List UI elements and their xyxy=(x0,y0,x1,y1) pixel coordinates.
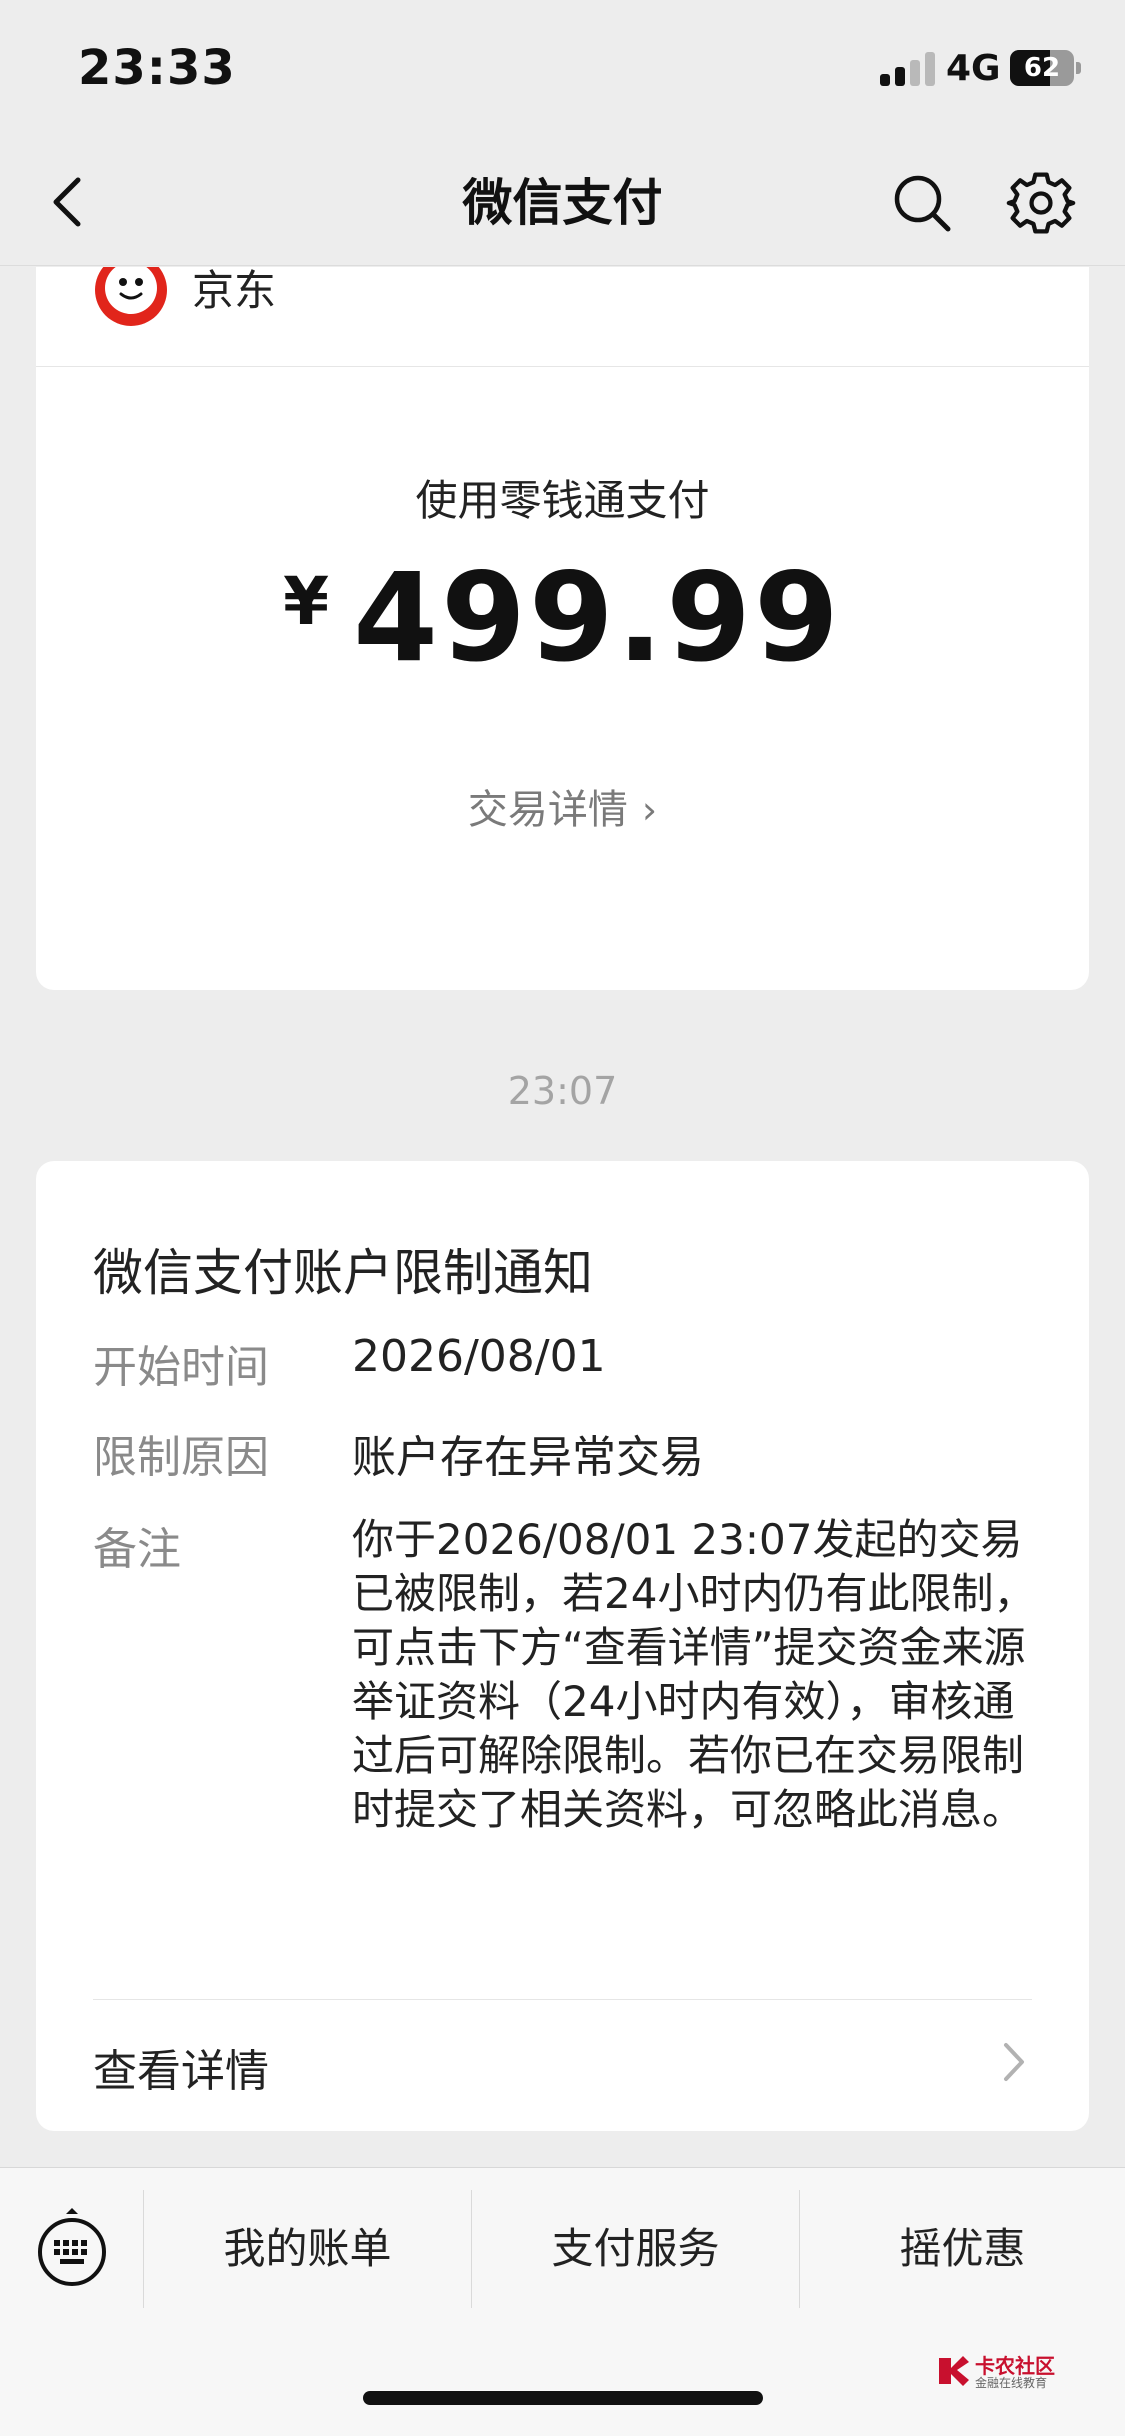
menu-item-my-bills[interactable]: 我的账单 xyxy=(144,2190,471,2308)
payment-method: 使用零钱通支付 xyxy=(415,476,710,525)
view-details-button[interactable]: 查看详情 xyxy=(93,2035,269,2099)
remark-label: 备注 xyxy=(93,1524,181,1575)
amount-value: 499.99 xyxy=(353,547,842,689)
chevron-right-icon[interactable] xyxy=(998,2037,1028,2087)
menu-item-shake-offers[interactable]: 摇优惠 xyxy=(800,2190,1125,2308)
keyboard-icon[interactable] xyxy=(36,2206,108,2288)
transaction-detail-label: 交易详情 xyxy=(467,787,628,833)
page-title: 微信支付 xyxy=(462,174,663,232)
reason-label: 限制原因 xyxy=(93,1432,269,1483)
message-list[interactable]: 京东 使用零钱通支付 ¥499.99 交易详情 › 23:07 微信支付账户限制通… xyxy=(0,267,1125,2167)
chevron-right-icon: › xyxy=(641,788,658,832)
jd-logo-icon xyxy=(95,267,167,326)
start-time-label: 开始时间 xyxy=(93,1342,269,1393)
watermark-subtitle: 金融在线教育 xyxy=(975,2376,1048,2390)
notice-title: 微信支付账户限制通知 xyxy=(93,1244,593,1302)
battery-percent: 62 xyxy=(1023,53,1061,83)
divider xyxy=(93,1999,1032,2000)
merchant-row[interactable]: 京东 xyxy=(36,267,1089,367)
remark-value: 你于2026/08/01 23:07发起的交易已被限制，若24小时内仍有此限制，… xyxy=(352,1515,1036,1834)
payment-card[interactable]: 京东 使用零钱通支付 ¥499.99 交易详情 › xyxy=(36,267,1089,990)
battery-tip xyxy=(1076,62,1081,74)
gear-icon[interactable] xyxy=(1006,166,1076,240)
reason-value: 账户存在异常交易 xyxy=(352,1432,704,1483)
payment-amount: ¥499.99 xyxy=(36,547,1089,689)
currency-symbol: ¥ xyxy=(283,563,330,640)
menu-item-payment-services[interactable]: 支付服务 xyxy=(472,2190,799,2308)
battery-icon: 62 xyxy=(1010,50,1074,86)
network-label: 4G xyxy=(946,48,1001,89)
merchant-name: 京东 xyxy=(192,267,277,315)
message-timestamp: 23:07 xyxy=(507,1069,618,1113)
restriction-notice-card[interactable]: 微信支付账户限制通知 开始时间 2026/08/01 限制原因 账户存在异常交易… xyxy=(36,1161,1089,2131)
watermark-logo-icon xyxy=(939,2356,969,2386)
start-time-value: 2026/08/01 xyxy=(352,1331,606,1382)
transaction-detail-link[interactable]: 交易详情 › xyxy=(36,777,1089,835)
search-icon[interactable] xyxy=(890,168,954,238)
home-indicator[interactable] xyxy=(363,2391,763,2405)
nav-bar: 微信支付 xyxy=(0,140,1125,266)
signal-icon xyxy=(880,52,936,86)
watermark: 卡农社区 金融在线教育 xyxy=(935,2350,1095,2390)
status-bar: 23:33 4G 62 xyxy=(0,0,1125,140)
status-time: 23:33 xyxy=(78,40,236,96)
